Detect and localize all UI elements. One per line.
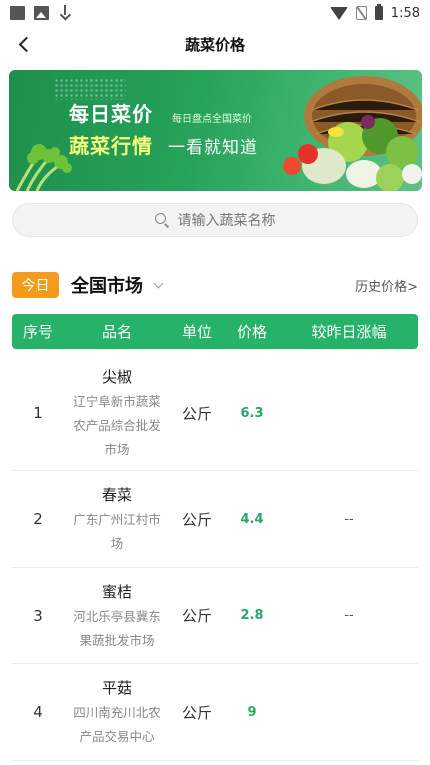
row-price: 6.3 <box>240 405 264 421</box>
status-bar: 1:58 <box>0 0 430 26</box>
row-change: -- <box>344 511 354 527</box>
row-unit: 公斤 <box>181 703 212 722</box>
row-num: 2 <box>33 510 43 528</box>
search-icon <box>154 212 170 228</box>
header-num: 序号 <box>22 323 53 341</box>
row-market: 四川南充川北农 产品交易中心 <box>73 705 161 744</box>
download-icon <box>58 5 72 21</box>
dot-pattern-decoration <box>54 78 126 100</box>
market-dropdown[interactable]: 全国市场 <box>71 272 143 298</box>
market-selector-row: 今日 全国市场 历史价格> <box>12 270 418 300</box>
banner-headline-2: 蔬菜行情 <box>69 134 153 158</box>
chevron-down-icon[interactable] <box>153 278 164 288</box>
row-name-cell: 蜜桔 河北乐亭县冀东 果蔬批发市场 <box>64 579 170 653</box>
banner-headline-1: 每日菜价 <box>69 102 153 126</box>
celery-illustration <box>15 144 72 191</box>
row-unit: 公斤 <box>181 510 212 529</box>
row-market: 河北乐亭县冀东 果蔬批发市场 <box>73 608 161 648</box>
table-row[interactable]: 1 尖椒 辽宁阜新市蔬菜 农产品综合批发 市场 公斤 6.3 <box>12 356 418 471</box>
chevron-left-icon <box>18 36 35 52</box>
status-time: 1:58 <box>390 5 420 21</box>
nav-bar: 蔬菜价格 <box>0 26 430 62</box>
row-name-cell: 春菜 广东广州江村市 场 <box>64 482 170 556</box>
table-row[interactable]: 3 蜜桔 河北乐亭县冀东 果蔬批发市场 公斤 2.8 -- <box>12 568 418 664</box>
header-price: 价格 <box>236 323 267 341</box>
row-num: 4 <box>33 703 43 721</box>
promo-banner[interactable]: 每日菜价 每日盘点全国菜价 蔬菜行情 一看就知道 <box>9 70 422 191</box>
row-name-cell: 平菇 四川南充川北农 产品交易中心 <box>64 675 170 749</box>
no-sim-icon <box>355 6 367 20</box>
row-price: 9 <box>247 704 257 720</box>
vegetable-basket-illustration <box>283 76 422 191</box>
row-unit: 公斤 <box>181 404 212 423</box>
notification-square-icon <box>10 6 25 20</box>
banner-subline-1: 每日盘点全国菜价 <box>172 114 252 125</box>
header-change: 较昨日涨幅 <box>311 323 387 341</box>
table-header: 序号 品名 单位 价格 较昨日涨幅 <box>12 314 418 349</box>
row-market: 辽宁阜新市蔬菜 农产品综合批发 市场 <box>73 394 161 457</box>
today-badge: 今日 <box>12 272 59 298</box>
header-unit: 单位 <box>181 323 212 341</box>
row-num: 1 <box>33 404 43 422</box>
banner-subline-2: 一看就知道 <box>168 138 258 158</box>
row-name-cell: 尖椒 辽宁阜新市蔬菜 农产品综合批发 市场 <box>64 364 170 462</box>
row-change: -- <box>344 608 354 623</box>
header-name: 品名 <box>101 323 132 341</box>
row-name: 平菇 <box>101 679 132 697</box>
image-icon <box>34 6 49 20</box>
row-price: 2.8 <box>240 608 264 623</box>
row-name: 蜜桔 <box>101 582 132 601</box>
table-row[interactable]: 4 平菇 四川南充川北农 产品交易中心 公斤 9 <box>12 664 418 761</box>
battery-icon <box>374 4 383 20</box>
wifi-icon <box>329 6 348 20</box>
search-placeholder: 请输入蔬菜名称 <box>177 213 276 229</box>
row-market: 广东广州江村市 场 <box>73 512 161 551</box>
row-name: 尖椒 <box>101 368 132 386</box>
row-name: 春菜 <box>101 486 132 504</box>
table-row[interactable]: 2 春菜 广东广州江村市 场 公斤 4.4 -- <box>12 471 418 568</box>
page-title: 蔬菜价格 <box>184 35 245 54</box>
row-num: 3 <box>33 606 43 625</box>
row-price: 4.4 <box>240 511 264 527</box>
row-unit: 公斤 <box>181 607 212 625</box>
search-input[interactable]: 请输入蔬菜名称 <box>12 203 418 237</box>
back-button[interactable] <box>10 30 38 58</box>
history-price-link[interactable]: 历史价格> <box>355 276 418 295</box>
